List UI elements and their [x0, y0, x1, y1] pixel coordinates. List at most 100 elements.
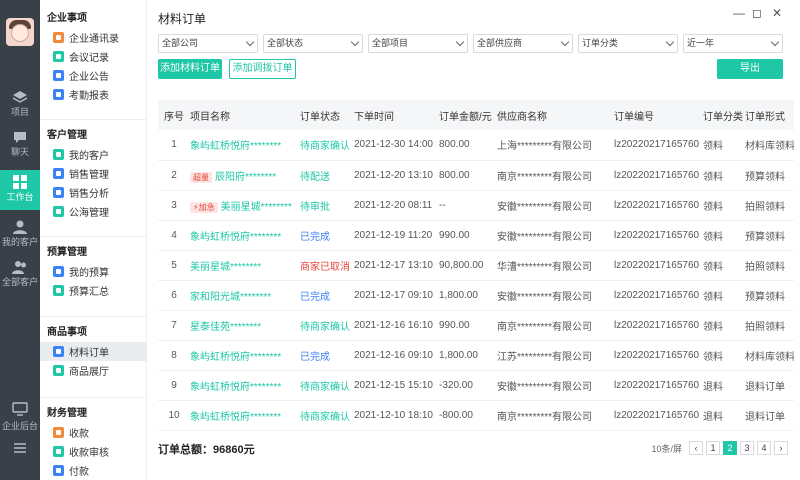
sidebar-item[interactable]: 企业公告 [40, 66, 147, 85]
add-material-order-button[interactable]: 添加材料订单 [158, 59, 222, 79]
priority-tag: 超量 [190, 171, 212, 183]
rail-item-0[interactable]: 项目 [0, 85, 40, 125]
page-button[interactable]: 1 [706, 441, 720, 455]
table-row[interactable]: 1 象屿虹桥悦府******** 待商家确认 2021-12-30 14:00 800.… [158, 130, 794, 161]
chevron-down-icon [350, 37, 360, 47]
minimize-icon[interactable]: — [732, 6, 746, 20]
order-category: 退料 [703, 370, 745, 401]
table-row[interactable]: 10 象屿虹桥悦府******** 待商家确认 2021-12-10 18:10 -80… [158, 400, 794, 431]
order-category: 领料 [703, 220, 745, 251]
per-page-label[interactable]: 10条/屏 [651, 442, 682, 455]
table-row[interactable]: 8 象屿虹桥悦府******** 已完成 2021-12-16 09:10 1,800.… [158, 340, 794, 371]
sidebar-item[interactable]: 付款 [40, 461, 147, 480]
sidebar-item[interactable]: 收款 [40, 423, 147, 442]
menu-item-icon [53, 346, 64, 357]
sidebar-item[interactable]: 我的客户 [40, 145, 147, 164]
sidebar-item[interactable]: 公海管理 [40, 202, 147, 221]
rail-item-2[interactable]: 工作台 [0, 170, 40, 210]
tag-label: 加急 [198, 202, 215, 212]
sidebar-item[interactable]: 预算汇总 [40, 281, 147, 300]
row-number: 1 [158, 130, 190, 161]
sidebar-item[interactable]: 企业通讯录 [40, 28, 147, 47]
menu-item-icon [53, 266, 64, 277]
sidebar-item-label: 收款审核 [69, 448, 109, 459]
status-badge: 待配送 [300, 160, 354, 191]
sidebar-item-label: 我的客户 [69, 151, 109, 162]
filter-select[interactable]: 全部供应商 [473, 34, 573, 53]
row-number: 9 [158, 370, 190, 401]
sidebar-item[interactable]: 考勤报表 [40, 85, 147, 104]
avatar[interactable] [6, 18, 34, 46]
table-row[interactable]: 4 象屿虹桥悦府******** 已完成 2021-12-19 11:20 990.00… [158, 220, 794, 251]
sidebar-item[interactable]: 收款审核 [40, 442, 147, 461]
order-number: lz20220217165760 [614, 250, 703, 281]
add-transfer-order-button[interactable]: 添加调拨订单 [229, 59, 296, 79]
supplier-name: 安徽*********有限公司 [497, 220, 614, 251]
sidebar-item[interactable]: 材料订单 [40, 342, 147, 361]
status-badge: 已完成 [300, 280, 354, 311]
status-badge: 待商家确认 [300, 370, 354, 401]
rail-item-label: 企业后台 [1, 421, 38, 431]
filter-select[interactable]: 全部状态 [263, 34, 363, 53]
filter-value: 订单分类 [582, 38, 619, 48]
status-badge: 已完成 [300, 340, 354, 371]
order-amount: 800.00 [439, 160, 497, 191]
order-time: 2021-12-20 13:10 [354, 160, 439, 191]
table-row[interactable]: 3 ⚡加急 美丽星城******** 待审批 2021-12-20 08:11 -- 安徽*… [158, 190, 794, 221]
filter-select[interactable]: 订单分类 [578, 34, 678, 53]
project-link[interactable]: 象屿虹桥悦府******** [190, 232, 281, 243]
project-link[interactable]: 辰阳府******** [215, 172, 276, 183]
filter-select[interactable]: 近一年 [683, 34, 783, 53]
order-total: 订单总额：96860元 [158, 441, 255, 457]
project-link[interactable]: 星泰佳苑******** [190, 322, 261, 333]
users-icon [11, 259, 29, 275]
sidebar-item[interactable]: 商品展厅 [40, 361, 147, 380]
order-amount: 990.00 [439, 220, 497, 251]
table-row[interactable]: 9 象屿虹桥悦府******** 待商家确认 2021-12-15 15:10 -320… [158, 370, 794, 401]
menu-item-icon [53, 365, 64, 376]
close-icon[interactable]: ✕ [770, 6, 784, 20]
page-button[interactable]: 3 [740, 441, 754, 455]
page-button[interactable]: 4 [757, 441, 771, 455]
sidebar-item[interactable]: 销售管理 [40, 164, 147, 183]
sidebar-item[interactable]: 我的预算 [40, 262, 147, 281]
maximize-icon[interactable]: ◻ [750, 6, 764, 20]
rail-item-1[interactable]: 聊天 [0, 125, 40, 165]
filter-select[interactable]: 全部公司 [158, 34, 258, 53]
rail-item-4[interactable]: 全部客户 [0, 255, 40, 295]
prev-page-button[interactable]: ‹ [689, 441, 703, 455]
order-time: 2021-12-30 14:00 [354, 130, 439, 161]
row-number: 8 [158, 340, 190, 371]
export-button[interactable]: 导出 [717, 59, 783, 79]
order-number: lz20220217165760 [614, 130, 703, 161]
table-row[interactable]: 5 美丽星城******** 商家已取消 2021-12-17 13:10 90,800… [158, 250, 794, 281]
filter-value: 全部状态 [267, 38, 304, 48]
column-header: 订单状态 [300, 100, 354, 130]
project-link[interactable]: 象屿虹桥悦府******** [190, 412, 281, 423]
filter-select[interactable]: 全部项目 [368, 34, 468, 53]
sidebar-item-label: 企业通讯录 [69, 34, 119, 45]
rail-item-3[interactable]: 我的客户 [0, 215, 40, 255]
project-link[interactable]: 象屿虹桥悦府******** [190, 352, 281, 363]
project-link[interactable]: 美丽星城******** [190, 262, 261, 273]
table-row[interactable]: 6 家和阳光城******** 已完成 2021-12-17 09:10 1,800.0… [158, 280, 794, 311]
project-link[interactable]: 象屿虹桥悦府******** [190, 141, 281, 152]
column-header: 供应商名称 [497, 100, 614, 130]
row-number: 6 [158, 280, 190, 311]
next-page-button[interactable]: › [774, 441, 788, 455]
divider [40, 236, 147, 237]
project-link[interactable]: 家和阳光城******** [190, 292, 271, 303]
row-number: 3 [158, 190, 190, 221]
menu-icon[interactable] [0, 440, 40, 456]
project-cell: 象屿虹桥悦府******** [190, 220, 300, 251]
sidebar-item[interactable]: 会议记录 [40, 47, 147, 66]
order-amount: -800.00 [439, 400, 497, 431]
table-row[interactable]: 2 超量 辰阳府******** 待配送 2021-12-20 13:10 800.00 南… [158, 160, 794, 191]
chat-icon [11, 129, 29, 145]
table-row[interactable]: 7 星泰佳苑******** 待商家确认 2021-12-16 16:10 990.00… [158, 310, 794, 341]
project-link[interactable]: 美丽星城******** [221, 202, 292, 213]
project-link[interactable]: 象屿虹桥悦府******** [190, 382, 281, 393]
page-button[interactable]: 2 [723, 441, 737, 455]
sidebar-item[interactable]: 销售分析 [40, 183, 147, 202]
rail-item-admin[interactable]: 企业后台 [0, 401, 40, 432]
